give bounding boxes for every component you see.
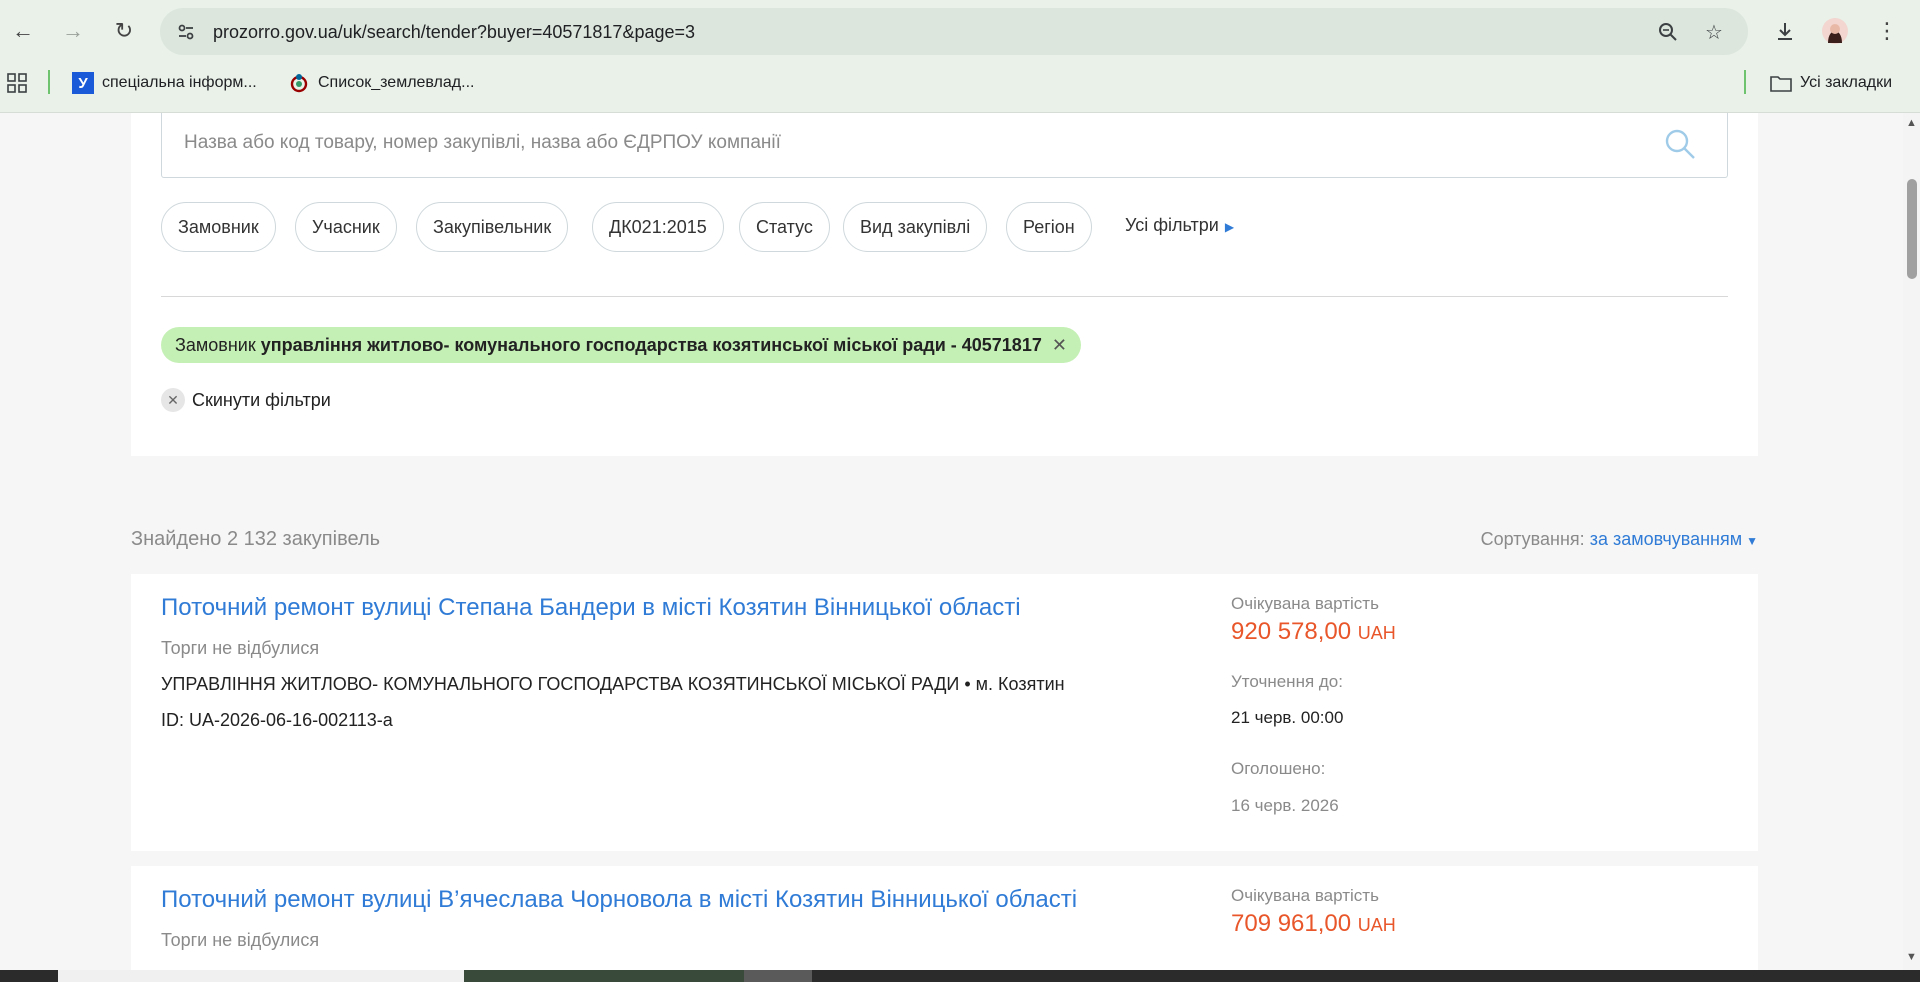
active-filter-chip: Замовник управління житлово- комунальног… <box>161 327 1081 363</box>
filter-chip-procurement-type[interactable]: Вид закупівлі <box>843 202 988 252</box>
site-info-icon[interactable] <box>172 18 200 46</box>
tender-card: Поточний ремонт вулиці Степана Бандери в… <box>131 574 1758 851</box>
url-text: prozorro.gov.ua/uk/search/tender?buyer=4… <box>213 22 696 42</box>
currency: UAH <box>1357 623 1396 643</box>
browser-chrome: ← → ↻ prozorro.gov.ua/uk/search/tender?b… <box>0 0 1920 113</box>
forward-icon[interactable]: → <box>56 14 90 48</box>
expected-value-label: Очікувана вартість <box>1231 594 1379 613</box>
all-filters-label: Усі фільтри <box>1125 215 1219 235</box>
zoom-icon[interactable] <box>1654 18 1682 46</box>
all-bookmarks-button[interactable]: Усі закладки <box>1770 70 1892 96</box>
results-count: Знайдено 2 132 закупівель <box>131 528 381 550</box>
tender-id: ID: UA-2026-06-16-002113-a <box>161 710 393 730</box>
filter-chip-procurer[interactable]: Закупівельник <box>416 202 569 252</box>
tender-status: Торги не відбулися <box>161 638 320 658</box>
bookmark-item[interactable]: У спеціальна інформ... <box>72 70 257 96</box>
page-content: Назва або код товару, номер закупівлі, н… <box>0 113 1903 970</box>
filter-panel: Назва або код товару, номер закупівлі, н… <box>131 113 1758 456</box>
scroll-up-icon[interactable]: ▲ <box>1906 117 1917 129</box>
sort-label: Сортування: <box>1480 529 1585 549</box>
filter-chip-dk021[interactable]: ДК021:2015 <box>592 202 724 252</box>
reset-filters-button[interactable]: ✕ Скинути фільтри <box>161 388 331 412</box>
bookmark-label: спеціальна інформ... <box>102 74 257 91</box>
announced-label: Оголошено: <box>1231 759 1326 778</box>
active-filter-value: управління житлово- комунального господа… <box>260 334 1042 355</box>
announced-date: 16 черв. 2026 <box>1231 796 1339 815</box>
bookmark-separator <box>48 70 50 94</box>
filter-chip-buyer[interactable]: Замовник <box>161 202 276 252</box>
filter-chip-participant[interactable]: Учасник <box>295 202 397 252</box>
tender-title[interactable]: Поточний ремонт вулиці Степана Бандери в… <box>161 594 1021 622</box>
sort-value[interactable]: за замовчуванням <box>1590 529 1742 549</box>
tender-buyer: УПРАВЛІННЯ ЖИТЛОВО- КОМУНАЛЬНОГО ГОСПОДА… <box>161 674 1065 694</box>
amount-value: 709 961,00 <box>1231 910 1352 937</box>
scroll-down-icon[interactable]: ▼ <box>1906 951 1917 963</box>
bookmark-label: Список_землевлад... <box>318 74 475 91</box>
tender-card: Поточний ремонт вулиці В’ячеслава Чорнов… <box>131 866 1758 970</box>
tender-amount: 920 578,00 UAH <box>1231 618 1396 646</box>
download-icon[interactable] <box>1768 14 1802 48</box>
divider <box>161 296 1728 297</box>
all-filters-button[interactable]: Усі фільтри ▶ <box>1125 215 1234 236</box>
all-bookmarks-label: Усі закладки <box>1800 74 1893 91</box>
tender-status: Торги не відбулися <box>161 930 320 950</box>
bookmark-item[interactable]: Список_землевлад... <box>288 70 474 96</box>
currency: UAH <box>1357 915 1396 935</box>
taskbar-item[interactable] <box>58 970 464 982</box>
search-icon[interactable] <box>1663 127 1697 161</box>
star-icon[interactable]: ☆ <box>1700 18 1728 46</box>
caret-down-icon: ▼ <box>1746 534 1758 548</box>
search-input[interactable]: Назва або код товару, номер закупівлі, н… <box>161 113 1728 178</box>
scroll-thumb[interactable] <box>1907 179 1917 279</box>
search-placeholder: Назва або код товару, номер закупівлі, н… <box>184 132 781 153</box>
avatar[interactable] <box>1818 14 1852 48</box>
menu-icon[interactable]: ⋮ <box>1870 14 1904 48</box>
taskbar-item[interactable] <box>744 970 812 982</box>
wikimedia-icon <box>288 72 310 94</box>
taskbar <box>0 970 1920 982</box>
reset-filters-label: Скинути фільтри <box>192 389 331 410</box>
filter-chip-status[interactable]: Статус <box>739 202 830 252</box>
active-filter-prefix: Замовник <box>175 334 256 355</box>
sort-control[interactable]: Сортування: за замовчуванням ▼ <box>1481 529 1758 550</box>
tender-title[interactable]: Поточний ремонт вулиці В’ячеслава Чорнов… <box>161 886 1077 914</box>
apps-grid-icon[interactable] <box>6 70 28 96</box>
amount-value: 920 578,00 <box>1231 618 1352 645</box>
close-icon: ✕ <box>161 388 185 412</box>
bookmark-separator <box>1744 70 1746 94</box>
tender-amount: 709 961,00 UAH <box>1231 910 1396 938</box>
reload-icon[interactable]: ↻ <box>107 14 141 48</box>
back-icon[interactable]: ← <box>6 14 40 48</box>
taskbar-item[interactable] <box>464 970 744 982</box>
remove-filter-icon[interactable]: ✕ <box>1052 335 1067 356</box>
caret-right-icon: ▶ <box>1224 220 1235 234</box>
address-bar[interactable]: prozorro.gov.ua/uk/search/tender?buyer=4… <box>160 8 1748 55</box>
y-icon: У <box>72 72 94 94</box>
filter-chip-region[interactable]: Регіон <box>1006 202 1092 252</box>
scrollbar[interactable]: ▲ ▼ <box>1903 113 1920 970</box>
folder-icon <box>1770 74 1792 92</box>
clarify-date: 21 черв. 00:00 <box>1231 708 1344 727</box>
clarify-label: Уточнення до: <box>1231 672 1343 691</box>
expected-value-label: Очікувана вартість <box>1231 886 1379 905</box>
